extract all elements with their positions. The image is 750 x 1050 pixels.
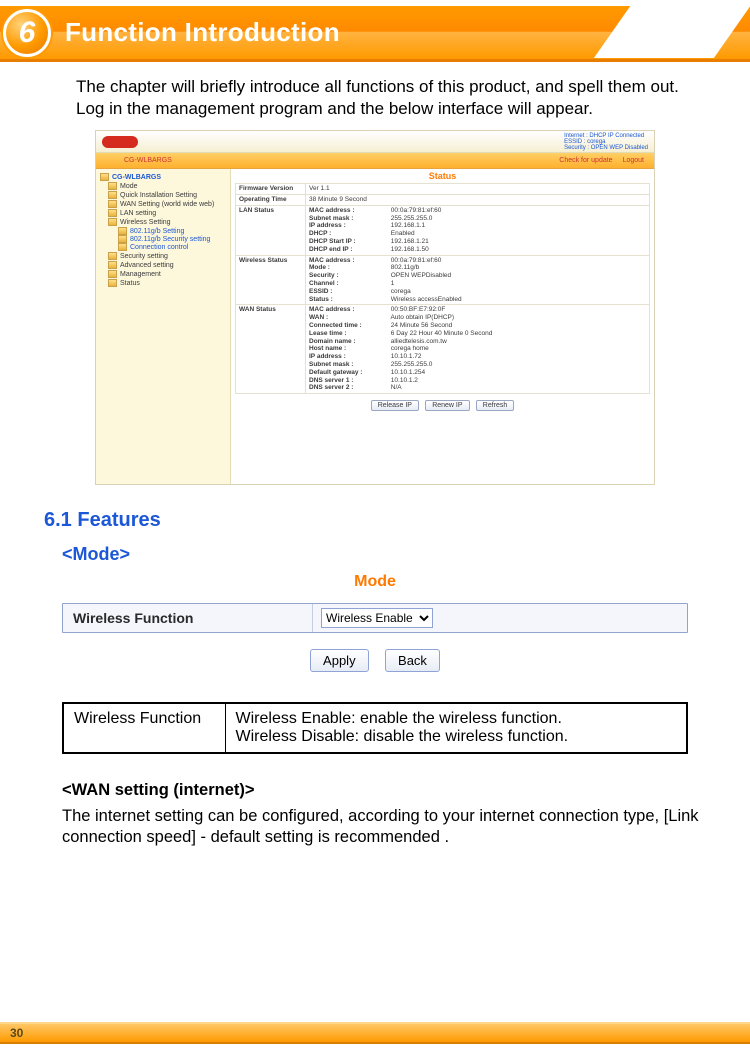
nav-subitem[interactable]: Connection control [118,243,226,251]
mode-panel-title: Mode [62,573,688,591]
nav-item[interactable]: Security setting [108,252,226,260]
wireless-function-select[interactable]: Wireless EnableWireless Disable [321,608,433,628]
nav-subitem[interactable]: 802.11g/b Setting [118,227,226,235]
nav-item[interactable]: Advanced setting [108,261,226,269]
intro-paragraph: The chapter will briefly introduce all f… [76,76,706,120]
chapter-header: 6 Function Introduction [0,6,750,62]
nav-item[interactable]: Management [108,270,226,278]
nav-item[interactable]: Status [108,279,226,287]
renew-ip-button[interactable]: Renew IP [425,400,469,411]
mode-panel: Mode Wireless Function Wireless EnableWi… [62,573,688,672]
status-title: Status [235,171,650,181]
nav-item[interactable]: Wireless Setting [108,218,226,226]
page-footer: 30 [0,1022,750,1044]
apply-button[interactable]: Apply [310,649,369,672]
orangebar-update[interactable]: Check for update [559,157,612,164]
desc-col1: Wireless Function [63,703,225,753]
release-ip-button[interactable]: Release IP [371,400,419,411]
chapter-number-badge: 6 [3,9,51,57]
wireless-function-label: Wireless Function [63,604,313,632]
nav-root[interactable]: CG-WLBARGS [100,173,226,181]
status-screenshot: Internet : DHCP IP Connected ESSID : cor… [95,130,655,485]
top-status-text: Internet : DHCP IP Connected ESSID : cor… [564,133,648,151]
nav-item[interactable]: Mode [108,182,226,190]
status-table: Firmware VersionVer 1.1Operating Time38 … [235,183,650,394]
desc-col2: Wireless Enable: enable the wireless fun… [225,703,687,753]
orangebar-logout[interactable]: Logout [623,157,644,164]
wan-heading: <WAN setting (internet)> [62,780,706,801]
wan-body: The internet setting can be configured, … [62,806,706,849]
nav-item[interactable]: LAN setting [108,209,226,217]
mode-heading: <Mode> [62,544,750,565]
corega-logo [102,136,138,148]
refresh-button[interactable]: Refresh [476,400,515,411]
orangebar-left: CG-WLBARGS [124,157,172,164]
chapter-title: Function Introduction [65,17,340,48]
back-button[interactable]: Back [385,649,440,672]
page-number: 30 [10,1026,23,1040]
section-features-heading: 6.1 Features [44,509,750,532]
nav-tree: CG-WLBARGS Mode Quick Installation Setti… [96,169,231,484]
nav-item[interactable]: Quick Installation Setting [108,191,226,199]
nav-subitem[interactable]: 802.11g/b Security setting [118,235,226,243]
nav-item[interactable]: WAN Setting (world wide web) [108,200,226,208]
mode-description-table: Wireless Function Wireless Enable: enabl… [62,702,688,754]
